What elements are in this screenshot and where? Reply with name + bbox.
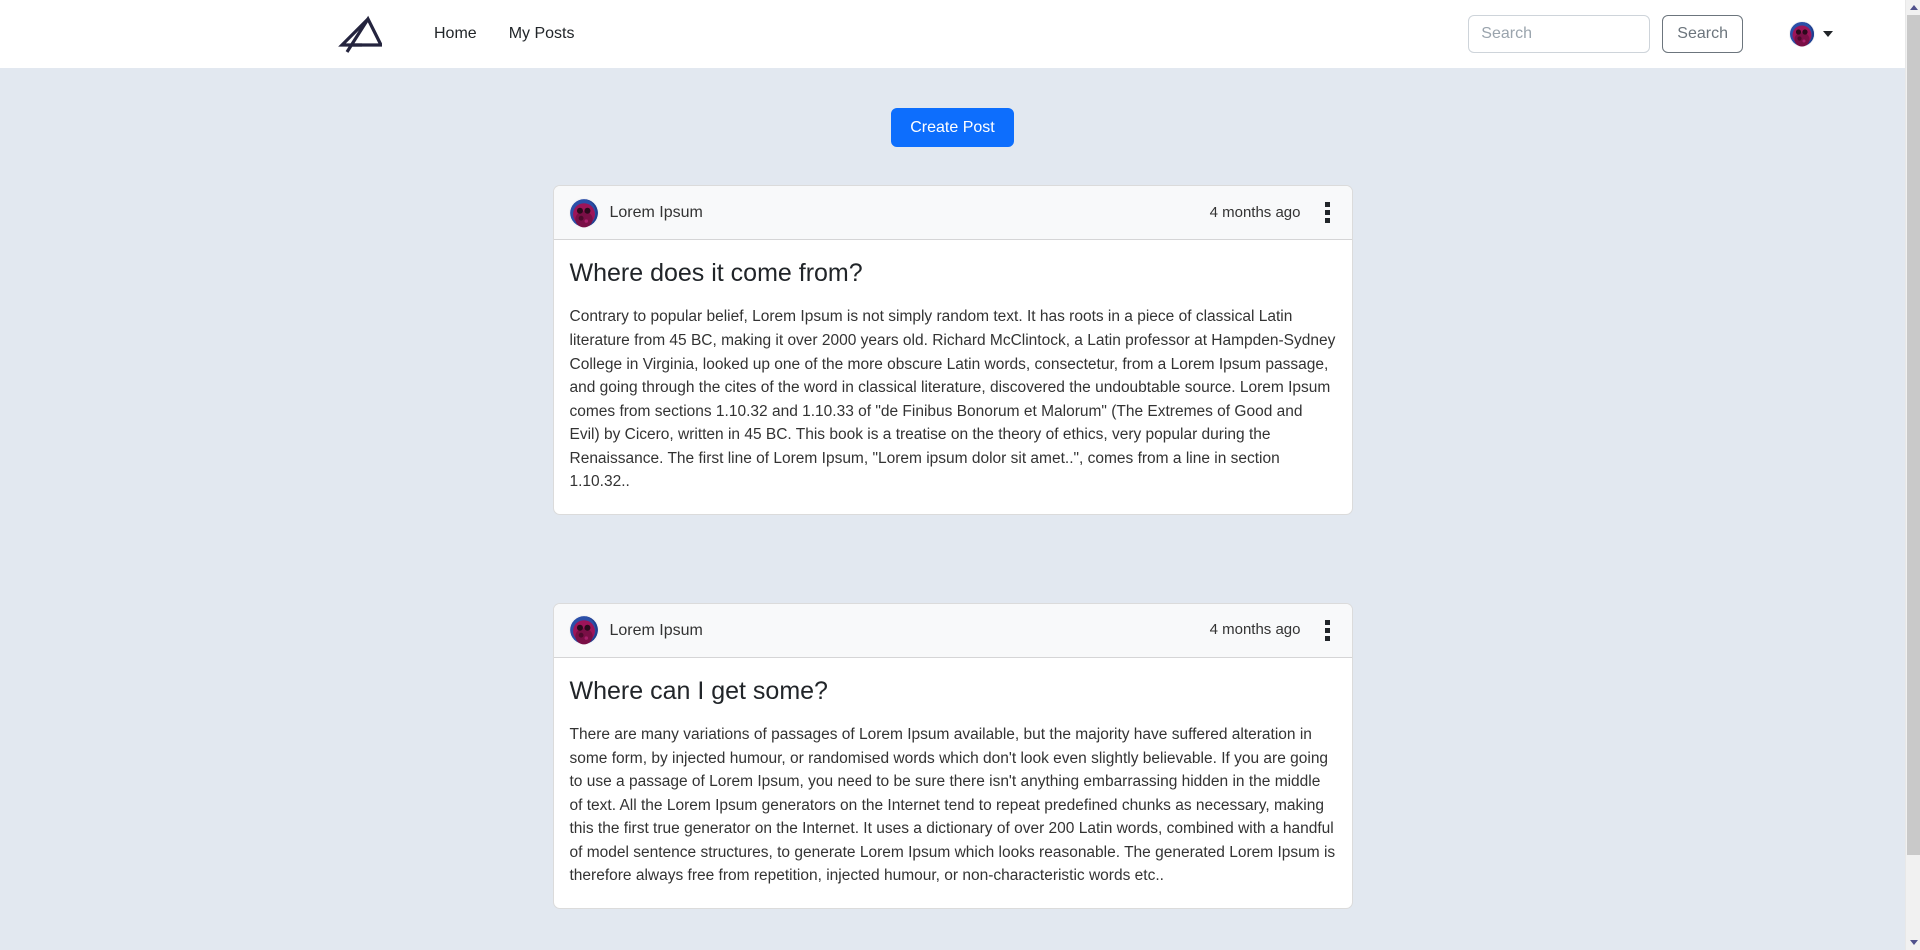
navbar-inner: Home My Posts Search xyxy=(0,0,1905,68)
kebab-menu-icon[interactable] xyxy=(1319,616,1336,645)
user-identicon-avatar xyxy=(1789,21,1815,47)
navbar-actions: Search xyxy=(1468,15,1833,53)
post-timestamp: 4 months ago xyxy=(1209,621,1301,639)
brand-logo[interactable] xyxy=(338,12,396,56)
post-title: Where does it come from? xyxy=(569,259,863,288)
kebab-menu-icon[interactable] xyxy=(1319,198,1336,227)
search-input[interactable] xyxy=(1468,15,1651,53)
post-text: There are many variations of passages of… xyxy=(569,726,1336,885)
primary-nav: Home My Posts xyxy=(418,16,590,51)
page-scrollbar[interactable] xyxy=(1905,0,1920,950)
account-menu[interactable] xyxy=(1789,21,1833,47)
scroll-up-arrow-icon[interactable] xyxy=(1906,0,1920,15)
create-post-button[interactable]: Create Post xyxy=(891,108,1014,148)
post-card: Lorem Ipsum 4 months ago Where can I get… xyxy=(552,602,1353,909)
post-feed: Lorem Ipsum 4 months ago Where does it c… xyxy=(552,147,1353,909)
user-identicon-avatar xyxy=(568,615,599,646)
user-identicon-avatar xyxy=(568,197,599,228)
post-author-name: Lorem Ipsum xyxy=(609,204,703,222)
post-body: Where does it come from? Contrary to pop… xyxy=(554,240,1352,514)
search-button[interactable]: Search xyxy=(1662,15,1743,53)
nav-link-home[interactable]: Home xyxy=(418,16,493,51)
nav-link-my-posts[interactable]: My Posts xyxy=(493,16,591,51)
post-author[interactable]: Lorem Ipsum xyxy=(568,197,703,228)
post-title: Where can I get some? xyxy=(569,676,828,705)
post-header: Lorem Ipsum 4 months ago xyxy=(553,186,1352,241)
app-root: Home My Posts Search Search Create Post … xyxy=(0,0,1920,950)
post-text: Contrary to popular belief, Lorem Ipsum … xyxy=(569,308,1336,491)
post-body: Where can I get some? There are many var… xyxy=(554,658,1352,908)
page-viewport: Home My Posts Search Search Create Post … xyxy=(0,0,1905,950)
scroll-down-arrow-icon[interactable] xyxy=(1906,935,1920,950)
angular-a-logo-icon xyxy=(338,15,382,53)
main-content: Create Post Lorem Ipsum 4 months ago Whe… xyxy=(0,68,1905,950)
post-card: Lorem Ipsum 4 months ago Where does it c… xyxy=(552,185,1353,515)
caret-down-icon xyxy=(1823,31,1833,37)
create-post-row: Create Post xyxy=(0,68,1905,148)
post-author[interactable]: Lorem Ipsum xyxy=(568,615,703,646)
top-navbar: Home My Posts Search xyxy=(0,0,1905,68)
post-timestamp: 4 months ago xyxy=(1209,203,1301,221)
scrollbar-thumb[interactable] xyxy=(1907,15,1920,855)
post-author-name: Lorem Ipsum xyxy=(609,621,703,639)
post-header: Lorem Ipsum 4 months ago xyxy=(553,603,1352,658)
